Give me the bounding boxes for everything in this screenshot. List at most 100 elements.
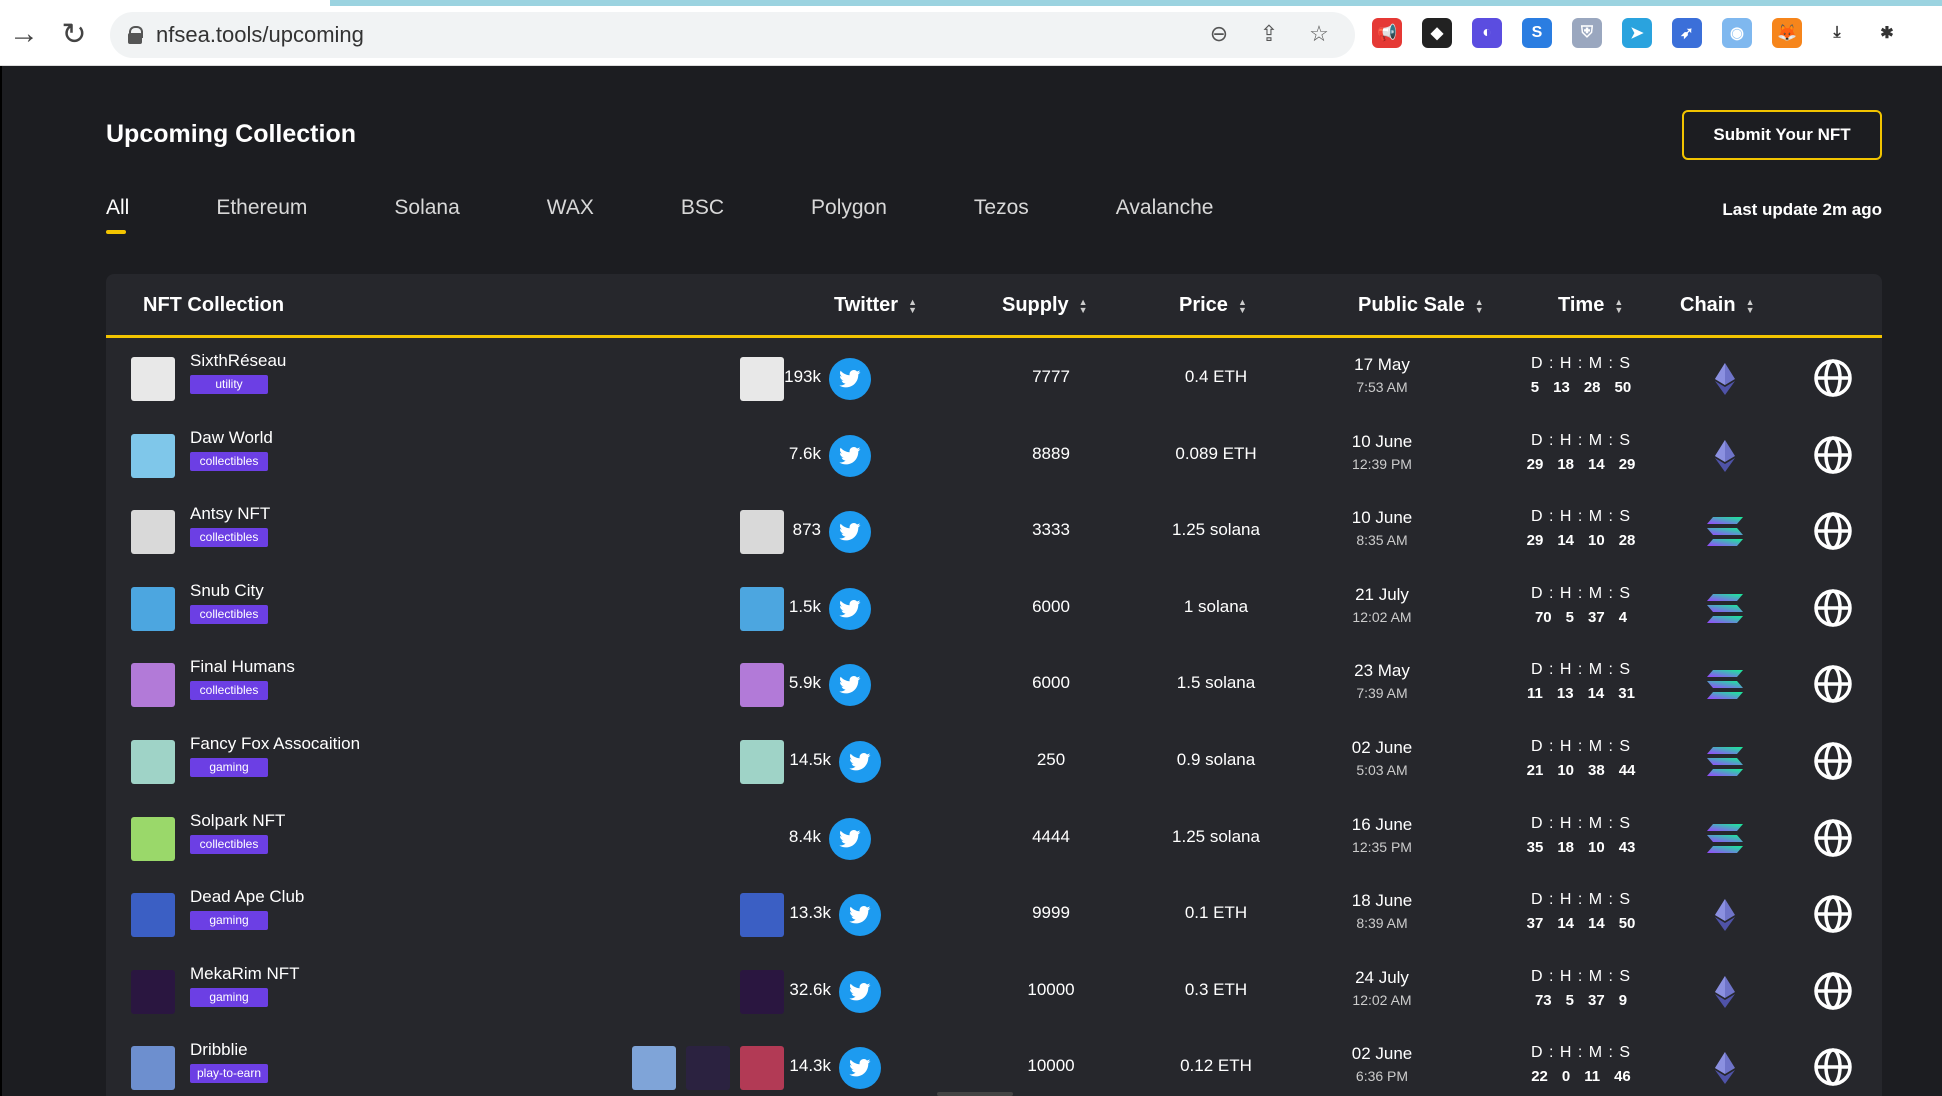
collection-avatar[interactable] [131, 663, 175, 708]
collection-name[interactable]: Daw World [190, 428, 273, 448]
reload-icon[interactable]: ↻ [56, 16, 92, 52]
twitter-icon[interactable] [839, 894, 881, 937]
lock-icon[interactable] [128, 26, 143, 44]
table-row[interactable]: Final Humans collectibles 5.9k 6000 1.5 sola… [106, 647, 1882, 723]
collection-name[interactable]: Final Humans [190, 657, 295, 677]
bookmark-star-icon[interactable]: ☆ [1305, 20, 1333, 48]
collection-avatar[interactable] [131, 357, 175, 401]
supply-value: 10000 [1027, 1056, 1075, 1076]
table-row[interactable]: Dribblie play-to-earn 14.3k 10000 0.12 ETH 02… [106, 1030, 1882, 1096]
collection-name[interactable]: SixthRéseau [190, 351, 286, 371]
header-time[interactable]: Time ▲ ▼ [1558, 294, 1623, 317]
website-globe-icon[interactable] [1812, 434, 1854, 476]
tab-solana[interactable]: Solana [394, 196, 459, 220]
website-globe-icon[interactable] [1812, 587, 1854, 629]
cursor-ext-icon[interactable]: ◐ [1472, 18, 1502, 48]
table-row[interactable]: MekaRim NFT gaming 32.6k 10000 0.3 ETH 24 Jul… [106, 954, 1882, 1030]
tab-tezos[interactable]: Tezos [974, 196, 1029, 220]
table-row[interactable]: Snub City collectibles 1.5k 6000 1 solana 21 … [106, 571, 1882, 647]
twitter-icon[interactable] [829, 587, 871, 630]
website-globe-icon[interactable] [1812, 663, 1854, 705]
puzzle-icon[interactable]: ✱ [1872, 18, 1902, 48]
table-row[interactable]: Fancy Fox Assocaition gaming 14.5k 250 0.9 s… [106, 724, 1882, 800]
shield-ext-icon[interactable]: ⛨ [1572, 18, 1602, 48]
countdown-minutes: 38 [1588, 762, 1605, 779]
countdown-minutes: 37 [1588, 608, 1605, 626]
collection-name[interactable]: Fancy Fox Assocaition [190, 734, 360, 754]
zoom-icon[interactable]: ⊖ [1205, 20, 1233, 48]
submit-nft-button[interactable]: Submit Your NFT [1682, 110, 1882, 160]
collection-avatar[interactable] [131, 969, 175, 1014]
tab-all[interactable]: All [106, 196, 129, 234]
tab-bsc[interactable]: BSC [681, 196, 724, 220]
header-price[interactable]: Price ▲ ▼ [1179, 294, 1247, 317]
address-bar[interactable]: nfsea.tools/upcoming ⊖ ⇪ ☆ [110, 12, 1355, 58]
collection-avatar[interactable] [131, 433, 175, 478]
collection-avatar[interactable] [131, 510, 175, 555]
twitter-icon[interactable] [829, 358, 871, 400]
collection-name[interactable]: Snub City [190, 581, 264, 601]
tab-wax[interactable]: WAX [547, 196, 594, 220]
metamask-icon[interactable]: 🦊 [1772, 18, 1802, 48]
countdown-values: 22 0 11 46 [1516, 1068, 1646, 1085]
tab-ethereum[interactable]: Ethereum [216, 196, 307, 220]
twitter-icon[interactable] [839, 741, 881, 783]
table-row[interactable]: Daw World collectibles 7.6k 8889 0.089 ETH 10… [106, 418, 1882, 494]
twitter-icon[interactable] [829, 664, 871, 707]
website-globe-icon[interactable] [1812, 357, 1854, 399]
collection-preview-image[interactable] [686, 1046, 730, 1091]
sort-icon[interactable]: ▲ ▼ [1079, 297, 1088, 314]
collection-preview-image[interactable] [632, 1046, 676, 1091]
collection-avatar[interactable] [131, 893, 175, 938]
twitter-icon[interactable] [839, 1047, 881, 1090]
header-twitter[interactable]: Twitter ▲ ▼ [834, 294, 917, 317]
megaphone-icon[interactable]: 📢 [1372, 18, 1402, 48]
sort-icon[interactable]: ▲ ▼ [1746, 297, 1755, 314]
telegram-icon[interactable]: ➤ [1622, 18, 1652, 48]
table-row[interactable]: SixthRéseau utility 193k 7777 0.4 ETH 17 May 7… [106, 341, 1882, 417]
collection-name[interactable]: Solpark NFT [190, 811, 285, 831]
horizontal-scrollbar[interactable] [937, 1092, 1013, 1096]
countdown-hours: 5 [1565, 991, 1574, 1009]
twitter-icon[interactable] [829, 434, 871, 477]
countdown-seconds: 29 [1618, 455, 1636, 473]
website-globe-icon[interactable] [1812, 510, 1854, 552]
sort-icon[interactable]: ▲ ▼ [908, 297, 917, 314]
collection-name[interactable]: MekaRim NFT [190, 964, 300, 984]
table-row[interactable]: Dead Ape Club gaming 13.3k 9999 0.1 ETH 18 Ju… [106, 877, 1882, 953]
header-supply[interactable]: Supply ▲ ▼ [1002, 294, 1088, 317]
sort-icon[interactable]: ▲ ▼ [1238, 297, 1247, 314]
website-globe-icon[interactable] [1812, 970, 1854, 1012]
s-ext-icon[interactable]: S [1522, 18, 1552, 48]
forward-icon[interactable]: → [6, 16, 42, 52]
website-globe-icon[interactable] [1812, 893, 1854, 935]
website-globe-icon[interactable] [1812, 817, 1854, 859]
binance-icon[interactable]: ◆ [1422, 18, 1452, 48]
website-globe-icon[interactable] [1812, 1046, 1854, 1088]
twitter-icon[interactable] [829, 817, 871, 860]
collection-avatar[interactable] [131, 1046, 175, 1091]
wallet-ext-icon[interactable]: ◉ [1722, 18, 1752, 48]
table-row[interactable]: Antsy NFT collectibles 873 3333 1.25 solana 1… [106, 494, 1882, 570]
collection-name[interactable]: Dead Ape Club [190, 887, 304, 907]
collection-name[interactable]: Antsy NFT [190, 504, 270, 524]
arrow-ext-icon[interactable]: ➶ [1672, 18, 1702, 48]
countdown-label: D : H : M : S [1530, 508, 1632, 526]
table-row[interactable]: Solpark NFT collectibles 8.4k 4444 1.25 sola… [106, 801, 1882, 877]
website-globe-icon[interactable] [1812, 740, 1854, 782]
twitter-icon[interactable] [839, 970, 881, 1013]
twitter-icon[interactable] [829, 511, 871, 554]
sort-icon[interactable]: ▲ ▼ [1614, 297, 1623, 314]
page-load-progress [330, 0, 1942, 6]
tab-polygon[interactable]: Polygon [811, 196, 887, 220]
sort-icon[interactable]: ▲ ▼ [1475, 297, 1484, 314]
tab-avalanche[interactable]: Avalanche [1116, 196, 1214, 220]
collection-name[interactable]: Dribblie [190, 1040, 248, 1060]
collection-avatar[interactable] [131, 816, 175, 861]
collection-avatar[interactable] [131, 586, 175, 631]
collection-avatar[interactable] [131, 740, 175, 784]
header-chain[interactable]: Chain ▲ ▼ [1680, 294, 1754, 317]
header-public-sale[interactable]: Public Sale ▲ ▼ [1358, 294, 1484, 317]
download-icon[interactable]: ⤓ [1822, 18, 1852, 48]
share-icon[interactable]: ⇪ [1255, 20, 1283, 48]
